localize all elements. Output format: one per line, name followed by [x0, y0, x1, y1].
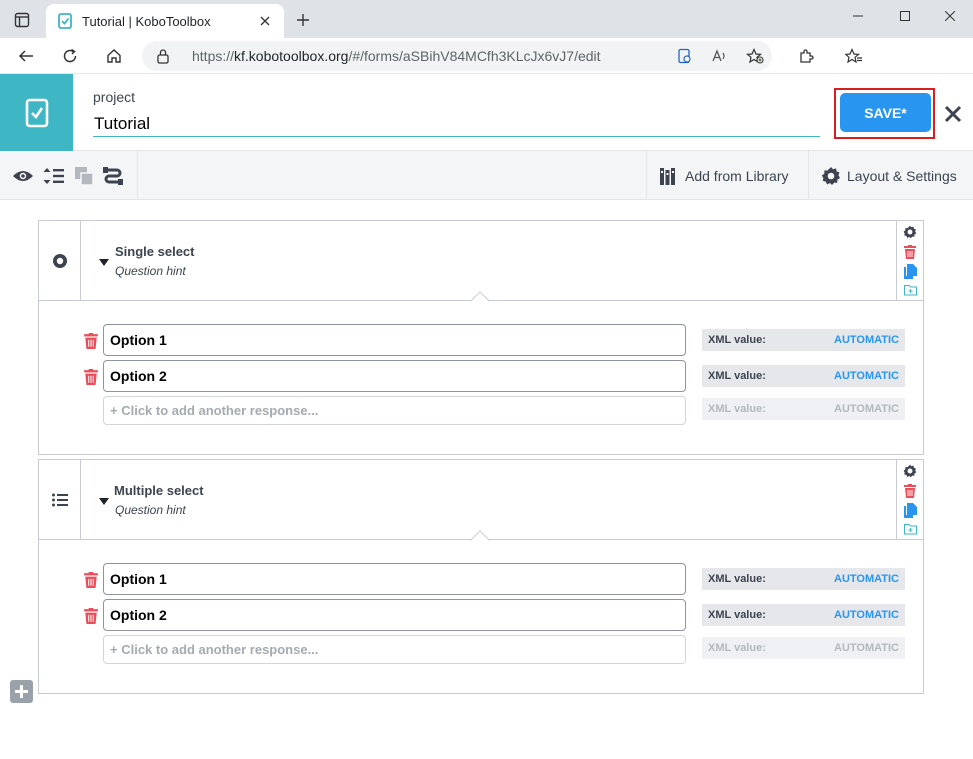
plus-icon	[15, 685, 28, 698]
choice-option-row: Option 2 XML value: AUTOMATIC	[39, 599, 923, 631]
choice-option-row: Option 2 XML value: AUTOMATIC	[39, 360, 923, 392]
window-close-icon[interactable]	[927, 0, 973, 32]
refresh-icon[interactable]	[56, 42, 84, 70]
home-icon[interactable]	[100, 42, 128, 70]
question-card-single-select: Single select Question hint Option 1 XML…	[38, 220, 924, 455]
project-name-input[interactable]	[93, 111, 820, 137]
url-text: https://kf.kobotoolbox.org/#/forms/aSBih…	[192, 48, 601, 64]
choice-option-row: Option 1 XML value: AUTOMATIC	[39, 563, 923, 595]
add-from-library-button[interactable]: Add from Library	[646, 151, 808, 200]
add-response-input[interactable]: + Click to add another response...	[103, 396, 686, 425]
question-header[interactable]: Multiple select Question hint	[39, 460, 923, 550]
read-aloud-icon[interactable]	[705, 42, 733, 70]
browser-tab[interactable]: Tutorial | KoboToolbox	[46, 4, 284, 38]
delete-option-trash-icon[interactable]	[84, 608, 98, 624]
add-response-row: + Click to add another response... XML v…	[39, 635, 923, 667]
browser-toolbar: https://kf.kobotoolbox.org/#/forms/aSBih…	[0, 38, 973, 74]
form-header: project SAVE*	[0, 74, 973, 151]
option-label-input[interactable]: Option 2	[103, 360, 686, 392]
xml-value-field-disabled: XML value: AUTOMATIC	[702, 398, 905, 420]
tab-close-icon[interactable]	[256, 12, 274, 30]
question-settings-gear-icon[interactable]	[902, 463, 918, 479]
delete-option-trash-icon[interactable]	[84, 572, 98, 588]
question-label[interactable]: Multiple select	[114, 483, 204, 498]
question-hint[interactable]: Question hint	[115, 503, 186, 517]
option-label-input[interactable]: Option 1	[103, 324, 686, 356]
question-header[interactable]: Single select Question hint	[39, 221, 923, 311]
choice-option-row: Option 1 XML value: AUTOMATIC	[39, 324, 923, 356]
layout-settings-label: Layout & Settings	[847, 167, 957, 184]
add-favorite-icon[interactable]	[741, 42, 769, 70]
layout-settings-button[interactable]: Layout & Settings	[808, 151, 973, 200]
delete-option-trash-icon[interactable]	[84, 333, 98, 349]
new-tab-icon[interactable]	[290, 8, 316, 32]
library-books-icon	[660, 167, 675, 185]
question-settings-gear-icon[interactable]	[902, 224, 918, 240]
xml-value-field[interactable]: XML value: AUTOMATIC	[702, 329, 905, 351]
add-to-library-folder-icon[interactable]	[902, 282, 918, 298]
option-label-input[interactable]: Option 2	[103, 599, 686, 631]
extensions-icon[interactable]	[792, 42, 820, 70]
form-builder-toolbar: Add from Library Layout & Settings	[0, 151, 973, 200]
question-card-multiple-select: Multiple select Question hint Option 1 X…	[38, 459, 924, 694]
xml-value-field[interactable]: XML value: AUTOMATIC	[702, 604, 905, 626]
radio-question-type-icon	[39, 221, 81, 300]
delete-option-trash-icon[interactable]	[84, 369, 98, 385]
favorites-icon[interactable]	[840, 42, 868, 70]
question-hint[interactable]: Question hint	[115, 264, 186, 278]
add-from-library-label: Add from Library	[685, 167, 789, 184]
list-question-type-icon	[39, 460, 81, 539]
kobo-favicon-icon	[56, 12, 74, 30]
xml-value-field[interactable]: XML value: AUTOMATIC	[702, 568, 905, 590]
question-actions	[896, 221, 923, 300]
save-button[interactable]: SAVE*	[840, 93, 931, 132]
tab-actions-icon[interactable]	[8, 6, 36, 34]
expand-collapse-icon[interactable]	[42, 164, 66, 188]
close-form-icon[interactable]	[941, 102, 965, 126]
duplicate-question-icon[interactable]	[902, 263, 918, 279]
add-to-library-folder-icon[interactable]	[902, 521, 918, 537]
skip-logic-icon[interactable]	[101, 164, 125, 188]
duplicate-question-icon[interactable]	[902, 502, 918, 518]
xml-value-field-disabled: XML value: AUTOMATIC	[702, 637, 905, 659]
delete-question-trash-icon[interactable]	[902, 244, 918, 260]
gear-icon	[821, 166, 840, 185]
back-icon[interactable]	[12, 42, 40, 70]
option-label-input[interactable]: Option 1	[103, 563, 686, 595]
group-questions-icon[interactable]	[72, 164, 96, 188]
lock-icon[interactable]	[156, 48, 172, 64]
add-question-button[interactable]	[10, 680, 33, 703]
question-label[interactable]: Single select	[115, 244, 194, 259]
kobo-logo-icon[interactable]	[0, 74, 73, 151]
browser-titlebar: Tutorial | KoboToolbox	[0, 0, 973, 38]
minimize-icon[interactable]	[835, 0, 881, 32]
collapse-caret-icon[interactable]	[99, 259, 109, 266]
add-response-input[interactable]: + Click to add another response...	[103, 635, 686, 664]
options-notch	[470, 530, 490, 550]
collapse-caret-icon[interactable]	[99, 498, 109, 505]
maximize-icon[interactable]	[882, 0, 928, 32]
delete-question-trash-icon[interactable]	[902, 483, 918, 499]
xml-value-field[interactable]: XML value: AUTOMATIC	[702, 365, 905, 387]
add-response-row: + Click to add another response... XML v…	[39, 396, 923, 428]
preview-eye-icon[interactable]	[11, 164, 35, 188]
project-label: project	[93, 89, 136, 105]
app-available-icon[interactable]	[670, 42, 698, 70]
options-notch	[470, 291, 490, 311]
tab-title: Tutorial | KoboToolbox	[82, 13, 211, 29]
toolbar-icon-group	[0, 151, 138, 200]
question-actions	[896, 460, 923, 539]
